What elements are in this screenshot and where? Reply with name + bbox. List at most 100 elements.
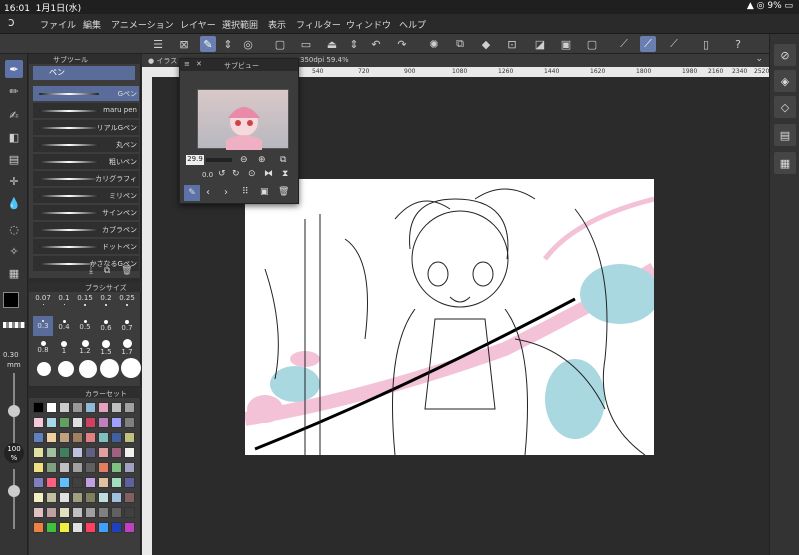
open-folder-icon[interactable]: ▭ (298, 36, 314, 52)
select-layer-icon[interactable]: ▢ (584, 36, 600, 52)
size-preset[interactable]: 0.2 (96, 294, 116, 314)
undo-icon[interactable]: ↶ (368, 36, 384, 52)
color-swatch[interactable] (124, 492, 135, 503)
gradient-tool-icon[interactable]: ▦ (5, 264, 23, 282)
color-swatch[interactable] (98, 507, 109, 518)
chevron-down-icon[interactable]: ⌄ (755, 54, 763, 64)
color-swatch[interactable] (72, 507, 83, 518)
color-swatch[interactable] (111, 522, 122, 533)
color-swatch[interactable] (98, 522, 109, 533)
brush-item[interactable]: ミリペン (33, 188, 139, 204)
blend-tool-icon[interactable]: 💧 (5, 194, 23, 212)
material-icon[interactable]: ▤ (774, 124, 796, 146)
color-swatch[interactable] (72, 402, 83, 413)
snap-special-icon[interactable]: ⟋ (666, 36, 682, 52)
color-swatch[interactable] (111, 402, 122, 413)
deselect-icon[interactable]: ◪ (532, 36, 548, 52)
color-swatch[interactable] (33, 447, 44, 458)
menu-filter[interactable]: フィルター (296, 18, 341, 31)
menu-help[interactable]: ヘルプ (399, 18, 426, 31)
redo-icon[interactable]: ↷ (394, 36, 410, 52)
color-swatch[interactable] (98, 492, 109, 503)
zoom-in-icon[interactable]: ⊕ (258, 155, 266, 165)
color-swatch[interactable] (98, 462, 109, 473)
menu-view[interactable]: 表示 (268, 18, 286, 31)
opacity-slider-knob[interactable] (8, 485, 20, 497)
pen-tool-icon[interactable]: ✒ (5, 60, 23, 78)
color-swatch[interactable] (111, 492, 122, 503)
crop-icon[interactable]: ⊡ (504, 36, 520, 52)
color-swatch[interactable] (33, 417, 44, 428)
brush-item[interactable]: Gペン (33, 86, 139, 102)
color-swatch[interactable] (111, 447, 122, 458)
reset-rotation-icon[interactable]: ⊙ (248, 169, 256, 179)
color-swatch[interactable] (85, 417, 96, 428)
ruler-icon[interactable]: ⟋ (616, 36, 632, 52)
color-swatch[interactable] (59, 432, 70, 443)
canvas-size-icon[interactable]: ⊠ (176, 36, 192, 52)
menu-selection[interactable]: 選択範囲 (222, 18, 258, 31)
brush-item[interactable]: サインペン (33, 205, 139, 221)
layers-icon[interactable]: ◈ (774, 70, 796, 92)
color-swatch[interactable] (72, 492, 83, 503)
eraser-tool-icon[interactable]: ◧ (5, 128, 23, 146)
app-logo-icon[interactable]: ↄ (8, 15, 15, 29)
main-color-swatch[interactable] (3, 292, 19, 308)
color-swatch[interactable] (33, 432, 44, 443)
size-preset[interactable]: 1.7 (117, 338, 137, 358)
record-icon[interactable]: ◎ (240, 36, 256, 52)
transform-icon[interactable]: ⧉ (452, 36, 468, 52)
color-swatch[interactable] (124, 522, 135, 533)
color-swatch[interactable] (111, 417, 122, 428)
color-swatch[interactable] (59, 462, 70, 473)
color-swatch[interactable] (33, 522, 44, 533)
import-image-icon[interactable]: ▣ (260, 187, 269, 197)
flip-horizontal-icon[interactable]: ⧓ (264, 169, 273, 179)
export-stepper-icon[interactable]: ⇕ (346, 36, 362, 52)
close-icon[interactable]: ✕ (196, 60, 202, 68)
size-preset[interactable]: 1.5 (96, 338, 116, 358)
color-swatch[interactable] (124, 462, 135, 473)
color-swatch[interactable] (59, 507, 70, 518)
lasso-tool-icon[interactable]: ◌ (5, 220, 23, 238)
color-swatch[interactable] (124, 402, 135, 413)
navigator-icon[interactable]: ⊘ (774, 44, 796, 66)
color-swatch[interactable] (59, 447, 70, 458)
artwork-canvas[interactable] (245, 179, 654, 455)
color-swatch[interactable] (85, 492, 96, 503)
eyedropper-icon[interactable]: ✎ (184, 185, 200, 201)
size-preset[interactable]: 0.25 (117, 294, 137, 314)
save-icon[interactable]: ⏏ (324, 36, 340, 52)
size-preset[interactable]: 0.07 (33, 294, 53, 314)
invert-selection-icon[interactable]: ▣ (558, 36, 574, 52)
color-swatch[interactable] (46, 447, 57, 458)
delete-image-icon[interactable]: 🗑 (278, 187, 289, 197)
brush-item[interactable]: 丸ペン (33, 137, 139, 153)
color-swatch[interactable] (46, 522, 57, 533)
prev-image-icon[interactable]: ‹ (206, 187, 210, 198)
color-swatch[interactable] (46, 492, 57, 503)
color-swatch[interactable] (98, 477, 109, 488)
size-preset[interactable]: 0.5 (75, 316, 95, 336)
size-preset-large[interactable] (121, 358, 141, 378)
menu-file[interactable]: ファイル (40, 18, 76, 31)
color-swatch[interactable] (124, 447, 135, 458)
transparent-swatch[interactable] (3, 322, 25, 328)
color-swatch[interactable] (72, 477, 83, 488)
size-preset[interactable]: 1 (54, 338, 74, 358)
color-swatch[interactable] (59, 477, 70, 488)
wand-tool-icon[interactable]: ✧ (5, 242, 23, 260)
help-icon[interactable]: ? (730, 36, 746, 52)
color-swatch[interactable] (111, 477, 122, 488)
size-preset[interactable]: 0.7 (117, 316, 137, 336)
color-swatch-pair[interactable] (3, 292, 27, 314)
size-preset[interactable]: 0.3 (33, 316, 53, 336)
next-image-icon[interactable]: › (224, 187, 228, 198)
flip-vertical-icon[interactable]: ⧗ (282, 169, 288, 179)
subtool-group-tab[interactable]: ペン (33, 66, 135, 80)
loading-icon[interactable]: ✺ (426, 36, 442, 52)
size-preset[interactable]: 0.6 (96, 316, 116, 336)
pencil-tool-icon[interactable]: ✏ (5, 82, 23, 100)
color-swatch[interactable] (59, 522, 70, 533)
menu-edit[interactable]: 編集 (83, 18, 101, 31)
